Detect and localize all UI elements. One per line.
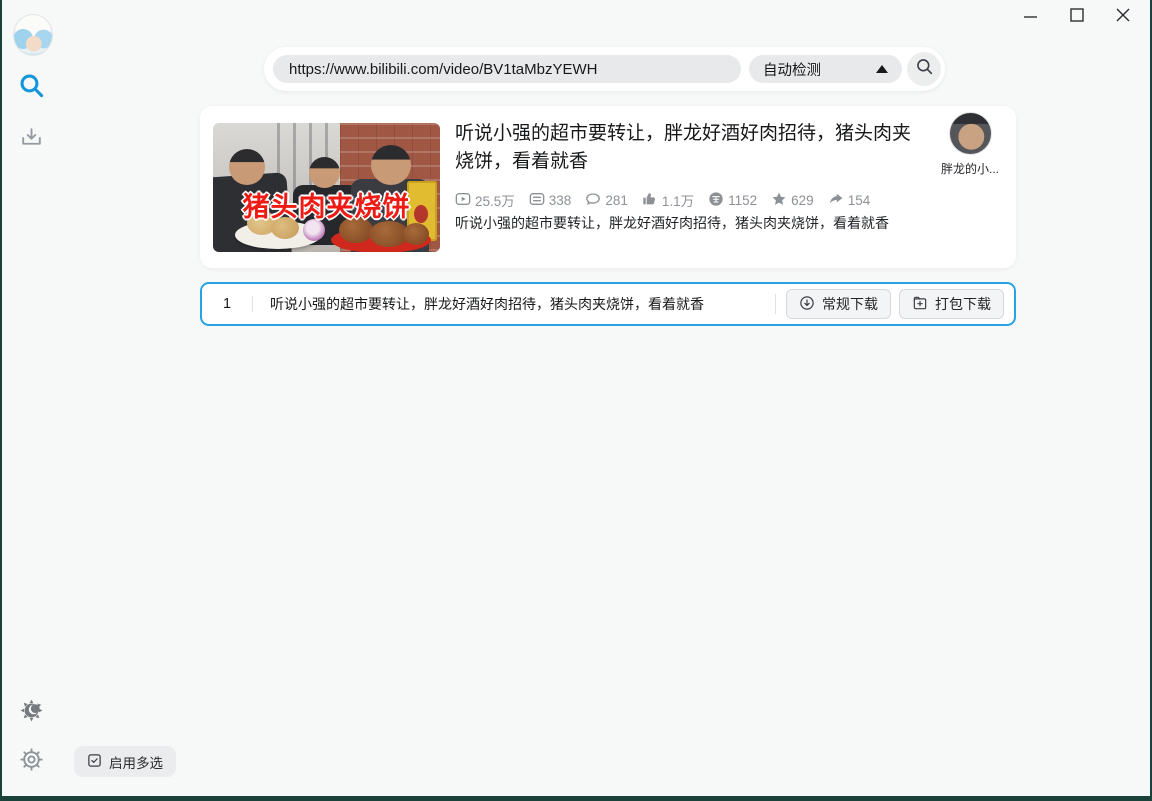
video-description: 听说小强的超市要转让，胖龙好酒好肉招待，猪头肉夹烧饼，看着就香 [455, 215, 889, 231]
uploader[interactable]: 胖龙的小... [935, 112, 1005, 177]
video-thumbnail[interactable]: 猪头肉夹烧饼 [213, 123, 440, 252]
row-divider [252, 296, 253, 312]
search-submit-icon [915, 57, 934, 81]
row-title: 听说小强的超市要转让，胖龙好酒好肉招待，猪头肉夹烧饼，看着就香 [270, 296, 704, 312]
thumbnail-caption: 猪头肉夹烧饼 [242, 192, 411, 222]
search-submit-button[interactable] [907, 52, 941, 86]
sidebar-item-settings[interactable] [18, 747, 45, 777]
enable-multiselect-button[interactable]: 启用多选 [74, 746, 176, 777]
window-edge-bottom [0, 796, 1152, 801]
stat-shares: 154 [828, 191, 870, 210]
row-divider [775, 294, 776, 314]
thumbnail-meat [403, 223, 429, 245]
app-user-avatar[interactable] [13, 14, 53, 56]
stat-comments: 281 [585, 191, 628, 210]
video-title[interactable]: 听说小强的超市要转让，胖龙好酒好肉招待，猪头肉夹烧饼，看着就香 [455, 120, 925, 176]
window-controls [1016, 4, 1138, 30]
mode-selector-label: 自动检测 [763, 62, 821, 79]
enable-multiselect-label: 启用多选 [109, 755, 163, 771]
row-index: 1 [222, 296, 232, 312]
share-icon [828, 191, 844, 210]
minimize-button[interactable] [1016, 4, 1046, 30]
stat-coins: 1152 [708, 191, 757, 210]
download-circle-icon [799, 295, 815, 314]
thumbnail-person-left-head [229, 149, 265, 185]
coin-icon [708, 191, 724, 210]
minimize-icon [1024, 8, 1038, 27]
star-icon [771, 191, 787, 210]
sidebar-item-search[interactable] [18, 74, 45, 101]
search-bar: 自动检测 [264, 47, 945, 91]
thumbnail-person-middle-head [309, 157, 340, 188]
uploader-avatar[interactable] [948, 112, 992, 155]
maximize-button[interactable] [1062, 4, 1092, 30]
mode-selector[interactable]: 自动检测 [749, 55, 902, 83]
sidebar-item-downloads[interactable] [18, 126, 45, 153]
download-row[interactable]: 1 听说小强的超市要转让，胖龙好酒好肉招待，猪头肉夹烧饼，看着就香 常规下载 打… [200, 282, 1016, 326]
regular-download-label: 常规下载 [822, 296, 878, 312]
theme-toggle-icon [19, 698, 44, 728]
like-icon [642, 191, 658, 210]
regular-download-button[interactable]: 常规下载 [786, 289, 891, 319]
package-download-label: 打包下载 [935, 296, 991, 312]
package-download-button[interactable]: 打包下载 [899, 289, 1004, 319]
thumbnail-person-right-head [371, 145, 411, 185]
stat-danmaku: 338 [529, 191, 571, 210]
play-icon [455, 191, 471, 210]
url-input[interactable] [273, 55, 741, 83]
sidebar-item-theme-toggle[interactable] [18, 699, 45, 726]
comment-icon [585, 191, 601, 210]
uploader-name: 胖龙的小... [940, 162, 999, 176]
download-icon [19, 125, 44, 155]
stat-plays: 25.5万 [455, 190, 515, 210]
package-plus-icon [912, 295, 928, 314]
video-card: 猪头肉夹烧饼 听说小强的超市要转让，胖龙好酒好肉招待，猪头肉夹烧饼，看着就香 2… [200, 106, 1016, 268]
close-button[interactable] [1108, 4, 1138, 30]
video-stats: 25.5万 338 281 1.1万 1152 629 154 [455, 190, 870, 210]
settings-gear-icon [19, 747, 44, 777]
stat-favorites: 629 [771, 191, 814, 210]
maximize-icon [1070, 7, 1084, 27]
close-icon [1116, 8, 1130, 27]
stat-likes: 1.1万 [642, 190, 694, 210]
window-edge-left [0, 0, 2, 801]
danmaku-icon [529, 191, 545, 210]
checkbox-icon [87, 753, 102, 771]
caret-up-icon [876, 65, 888, 73]
search-icon [18, 72, 45, 104]
